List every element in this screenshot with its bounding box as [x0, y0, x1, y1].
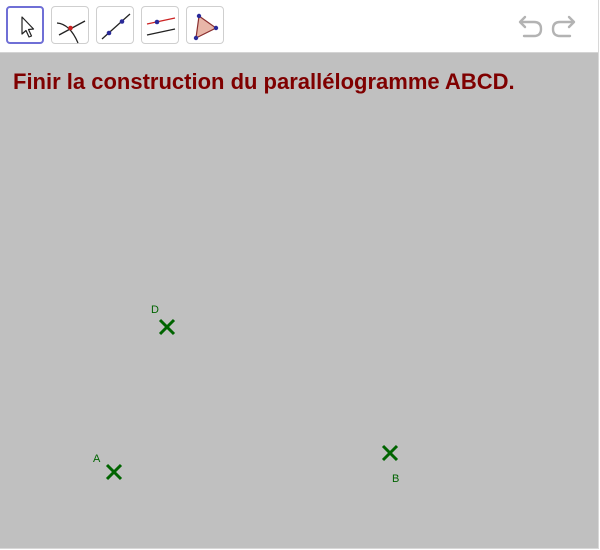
point-cross-icon [105, 463, 123, 481]
instruction-text: Finir la construction du parallélogramme… [13, 69, 515, 94]
parallel-line-icon [146, 17, 176, 36]
point-cross-icon [381, 444, 399, 462]
intersect-icon [56, 20, 86, 44]
line-tool-button[interactable] [96, 6, 134, 44]
geogebra-applet: Finir la construction du parallélogramme… [0, 0, 599, 549]
move-tool-button[interactable] [6, 6, 44, 44]
point-d[interactable] [157, 317, 177, 337]
undo-icon [518, 15, 543, 38]
intersect-tool-button[interactable] [51, 6, 89, 44]
redo-icon [551, 15, 576, 38]
line-through-points-icon [101, 13, 131, 40]
undo-button[interactable] [514, 12, 544, 40]
redo-button[interactable] [550, 12, 580, 40]
parallel-line-tool-button[interactable] [141, 6, 179, 44]
polygon-icon [193, 13, 219, 41]
point-a-label: A [93, 453, 101, 465]
point-a[interactable] [104, 462, 124, 482]
point-cross-icon [158, 318, 176, 336]
polygon-tool-button[interactable] [186, 6, 224, 44]
point-b[interactable] [380, 443, 400, 463]
point-d-label: D [151, 304, 159, 316]
toolbar [0, 0, 598, 53]
arrow-pointer-icon [21, 16, 35, 38]
graphics-view[interactable]: Finir la construction du parallélogramme… [0, 53, 598, 548]
point-b-label: B [392, 473, 400, 485]
